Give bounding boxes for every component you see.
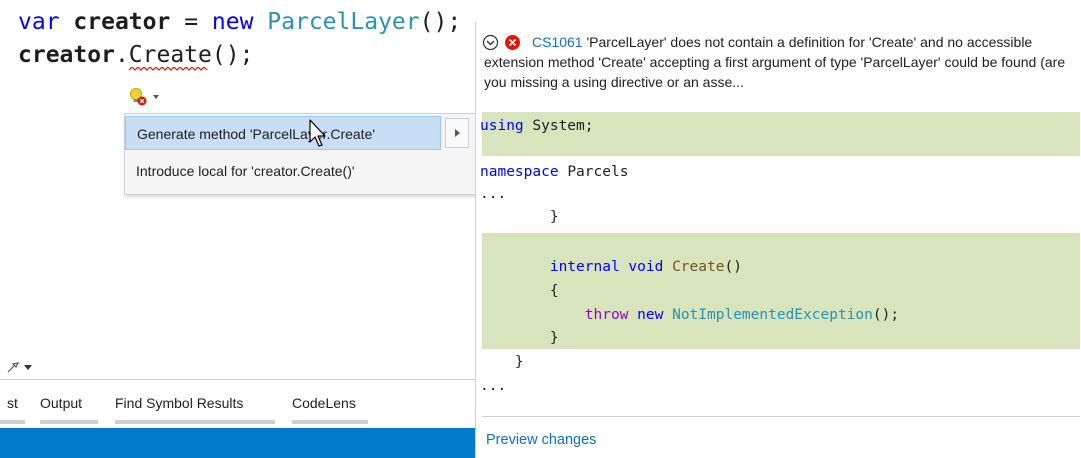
tab-find-symbol-results[interactable]: Find Symbol Results — [115, 395, 243, 411]
lightbulb-button[interactable] — [128, 86, 170, 108]
close-brace: } — [514, 354, 524, 370]
menu-item-generate-method[interactable]: Generate method 'ParcelLayer.Create' — [125, 116, 441, 150]
keyword-internal: internal — [549, 259, 620, 275]
open-brace: { — [549, 283, 559, 299]
code-throw-line: throw new NotImplementedException(); — [480, 307, 899, 323]
error-squiggle-create[interactable]: Create — [128, 42, 212, 71]
namespace-name: Parcels — [567, 164, 629, 180]
tab-underline — [292, 420, 368, 424]
keyword-new: new — [637, 307, 664, 323]
code-close-brace-line: } — [480, 209, 559, 225]
equals-sign: = — [170, 9, 212, 35]
submenu-expand-button[interactable] — [445, 118, 469, 148]
close-brace: } — [549, 209, 559, 225]
preview-footer-separator — [482, 416, 1080, 417]
error-icon — [505, 35, 520, 50]
tool-window-separator — [0, 379, 476, 380]
method-create: Create — [128, 42, 212, 68]
expand-chevron-icon[interactable] — [482, 34, 499, 51]
line2-tail: (); — [211, 42, 254, 68]
code-line-1[interactable]: var creator = new ParcelLayer(); — [18, 9, 461, 35]
code-method-signature: internal void Create() — [480, 259, 742, 275]
code-open-brace-line: { — [480, 283, 559, 299]
tab-underline — [0, 420, 25, 424]
using-namespace: System; — [532, 118, 594, 134]
keyword-throw: throw — [584, 307, 629, 323]
dot: . — [114, 42, 129, 68]
chevron-right-icon — [454, 129, 460, 137]
keyword-using: using — [480, 118, 524, 134]
close-brace: } — [549, 330, 559, 346]
tab-codelens[interactable]: CodeLens — [292, 395, 356, 411]
exception-type: NotImplementedException — [672, 307, 873, 323]
menu-item-introduce-local[interactable]: Introduce local for 'creator.Create()' — [125, 154, 473, 188]
line1-tail: (); — [419, 9, 462, 35]
error-description: CS1061 'ParcelLayer' does not contain a … — [478, 32, 1078, 92]
code-ellipsis: ... — [480, 186, 507, 202]
tab-output[interactable]: Output — [40, 395, 82, 411]
tab-underline — [115, 420, 275, 424]
code-class-close-line: } — [480, 354, 524, 370]
keyword-namespace: namespace — [480, 164, 559, 180]
diagnostic-header: CS1061 'ParcelLayer' does not contain a … — [478, 32, 1078, 92]
added-method-block — [482, 233, 1080, 349]
preview-changes-panel: CS1061 'ParcelLayer' does not contain a … — [475, 22, 1081, 458]
code-line-2[interactable]: creator.Create (); — [18, 42, 254, 71]
code-ellipsis: ... — [480, 378, 507, 394]
squiggle-underline — [128, 67, 208, 71]
tab-underline — [40, 420, 98, 424]
brush-dropdown[interactable] — [6, 360, 32, 374]
keyword-new: new — [211, 9, 254, 35]
method-name: Create — [672, 259, 725, 275]
chevron-down-icon — [24, 364, 32, 370]
code-method-close-line: } — [480, 330, 559, 346]
keyword-void: void — [628, 259, 664, 275]
chevron-down-icon — [153, 95, 159, 99]
method-parens: () — [724, 259, 742, 275]
brush-icon — [7, 362, 20, 373]
call-tail: (); — [872, 307, 900, 323]
preview-changes-link[interactable]: Preview changes — [486, 432, 596, 448]
mouse-cursor-icon — [309, 119, 326, 147]
code-namespace-line: namespace Parcels — [480, 164, 628, 180]
error-code-link[interactable]: CS1061 — [532, 34, 583, 50]
tab-partial[interactable]: st — [7, 395, 18, 411]
lightbulb-error-icon — [130, 88, 147, 106]
code-using-line: using System; — [480, 118, 594, 134]
status-bar — [0, 428, 476, 458]
type-parcellayer: ParcelLayer — [267, 9, 420, 35]
object-creator: creator — [18, 42, 115, 68]
variable-creator: creator — [73, 9, 171, 35]
quick-actions-menu: Generate method 'ParcelLayer.Create' Int… — [124, 113, 476, 195]
keyword-var: var — [18, 9, 60, 35]
